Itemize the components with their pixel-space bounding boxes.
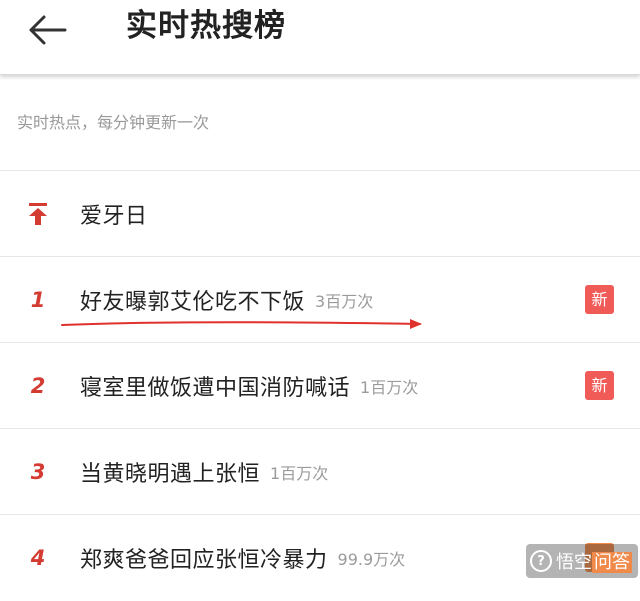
wukong-wenda-watermark: ? 悟空 问答 xyxy=(526,544,638,578)
watermark-text-b: 问答 xyxy=(592,552,632,573)
back-button[interactable] xyxy=(18,4,78,56)
list-item-title: 寝室里做饭遭中国消防喊话 xyxy=(80,376,351,401)
list-item-text: 爱牙日 xyxy=(80,171,148,257)
app-header: 实时热搜榜 xyxy=(0,0,640,75)
wukong-logo-icon: ? xyxy=(530,550,552,572)
list-item-pinned[interactable]: 爱牙日 xyxy=(0,170,640,256)
rank-number: 3 xyxy=(30,460,46,484)
new-badge: 新 xyxy=(585,371,614,400)
list-item-title: 好友曝郭艾伦吃不下饭 xyxy=(80,290,306,315)
list-item-text: 郑爽爸爸回应张恒冷暴力 99.9万次 xyxy=(80,515,405,601)
subtitle-text: 实时热点，每分钟更新一次 xyxy=(17,113,210,132)
search-count: 1百万次 xyxy=(270,464,329,483)
search-count: 3百万次 xyxy=(315,292,374,311)
list-item-text: 寝室里做饭遭中国消防喊话 1百万次 xyxy=(80,343,418,429)
page-title: 实时热搜榜 xyxy=(126,8,286,44)
search-count: 99.9万次 xyxy=(337,550,406,569)
list-item-title: 爱牙日 xyxy=(80,204,148,229)
search-count: 1百万次 xyxy=(360,378,419,397)
new-badge: 新 xyxy=(585,285,614,314)
rank-number: 2 xyxy=(30,374,46,398)
rank-number: 4 xyxy=(30,546,46,570)
hot-search-list: 爱牙日 1 好友曝郭艾伦吃不下饭 3百万次 新 2 寝室里做饭遭中国消防喊话 1… xyxy=(0,170,640,600)
list-item-text: 当黄晓明遇上张恒 1百万次 xyxy=(80,429,328,515)
list-item-title: 当黄晓明遇上张恒 xyxy=(80,462,261,487)
watermark-text: 悟空 问答 xyxy=(556,548,632,574)
arrow-left-icon xyxy=(29,15,67,45)
watermark-text-a: 悟空 xyxy=(556,552,592,573)
red-underline-arrow-annotation xyxy=(61,319,422,329)
list-item-3[interactable]: 3 当黄晓明遇上张恒 1百万次 xyxy=(0,428,640,514)
list-item-2[interactable]: 2 寝室里做饭遭中国消防喊话 1百万次 新 xyxy=(0,342,640,428)
list-item-title: 郑爽爸爸回应张恒冷暴力 xyxy=(80,548,328,573)
pin-to-top-icon xyxy=(0,171,76,257)
